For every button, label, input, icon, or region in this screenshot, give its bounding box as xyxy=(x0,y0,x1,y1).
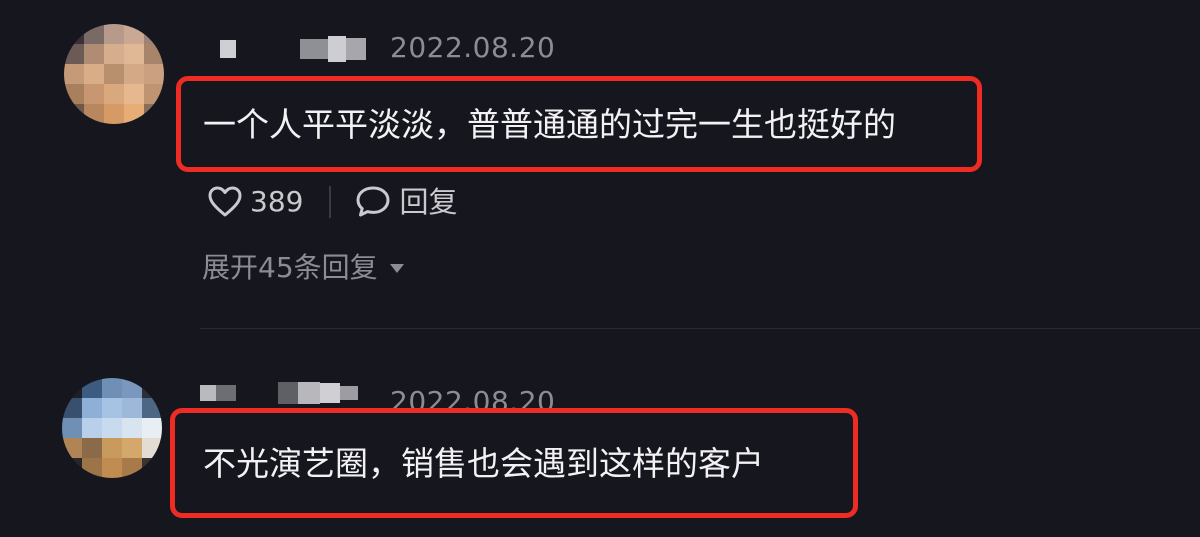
username-blurred[interactable] xyxy=(220,36,366,62)
speech-bubble-icon xyxy=(356,186,390,217)
mosaic-cell xyxy=(102,398,122,418)
mosaic-cell xyxy=(122,458,142,478)
mosaic-cell xyxy=(62,438,82,458)
reply-label: 回复 xyxy=(399,184,458,219)
blur-block xyxy=(300,39,328,59)
mosaic-cell xyxy=(144,64,164,84)
mosaic-cell xyxy=(64,44,84,64)
mosaic-cell xyxy=(104,24,124,44)
mosaic-cell xyxy=(62,398,82,418)
mosaic-cell xyxy=(84,64,104,84)
expand-replies-label: 展开45条回复 xyxy=(202,251,378,284)
mosaic-cell xyxy=(62,378,82,398)
expand-replies-button[interactable]: 展开45条回复 xyxy=(202,254,404,282)
blur-block xyxy=(328,36,346,62)
heart-icon xyxy=(208,186,242,217)
mosaic-cell xyxy=(142,438,162,458)
avatar-mosaic xyxy=(64,24,164,124)
mosaic-cell xyxy=(102,378,122,398)
mosaic-cell xyxy=(142,398,162,418)
like-count: 389 xyxy=(250,185,304,218)
mosaic-cell xyxy=(142,418,162,438)
comment-text: 不光演艺圈，销售也会遇到这样的客户 xyxy=(203,443,764,483)
mosaic-cell xyxy=(64,64,84,84)
mosaic-cell xyxy=(104,84,124,104)
mosaic-cell xyxy=(122,438,142,458)
mosaic-cell xyxy=(62,458,82,478)
avatar[interactable] xyxy=(64,24,164,124)
mosaic-cell xyxy=(82,398,102,418)
mosaic-cell xyxy=(64,24,84,44)
mosaic-cell xyxy=(124,64,144,84)
comment-actions: 389 回复 xyxy=(208,180,457,224)
blur-block xyxy=(220,40,236,58)
avatar-mosaic xyxy=(62,378,162,478)
mosaic-cell xyxy=(122,418,142,438)
mosaic-cell xyxy=(142,378,162,398)
mosaic-cell xyxy=(82,378,102,398)
mosaic-cell xyxy=(144,84,164,104)
mosaic-cell xyxy=(62,418,82,438)
mosaic-cell xyxy=(124,84,144,104)
mosaic-cell xyxy=(144,104,164,124)
mosaic-cell xyxy=(82,458,102,478)
mosaic-cell xyxy=(122,378,142,398)
username-blurred[interactable] xyxy=(200,380,358,406)
mosaic-cell xyxy=(104,64,124,84)
blur-block xyxy=(298,382,320,404)
mosaic-cell xyxy=(104,44,124,64)
mosaic-cell xyxy=(84,104,104,124)
blur-block xyxy=(346,38,366,60)
mosaic-cell xyxy=(82,418,102,438)
comment-timestamp: 2022.08.20 xyxy=(390,31,556,64)
highlighted-comment: 不光演艺圈，销售也会遇到这样的客户 xyxy=(170,408,858,518)
mosaic-cell xyxy=(104,104,124,124)
mosaic-cell xyxy=(124,104,144,124)
mosaic-cell xyxy=(84,24,104,44)
mosaic-cell xyxy=(124,44,144,64)
mosaic-cell xyxy=(102,458,122,478)
action-divider xyxy=(329,186,332,218)
mosaic-cell xyxy=(84,44,104,64)
mosaic-cell xyxy=(102,438,122,458)
mosaic-cell xyxy=(124,24,144,44)
reply-button[interactable]: 回复 xyxy=(355,185,457,219)
highlighted-comment: 一个人平平淡淡，普普通通的过完一生也挺好的 xyxy=(176,76,982,172)
avatar[interactable] xyxy=(62,378,162,478)
blur-block xyxy=(320,383,340,403)
comment-list: 2022.08.20 一个人平平淡淡，普普通通的过完一生也挺好的 389 回复 … xyxy=(0,0,1200,537)
mosaic-cell xyxy=(64,104,84,124)
mosaic-cell xyxy=(84,84,104,104)
mosaic-cell xyxy=(142,458,162,478)
blur-block xyxy=(278,382,298,404)
blur-block xyxy=(216,385,236,401)
mosaic-cell xyxy=(82,438,102,458)
mosaic-cell xyxy=(122,398,142,418)
blur-block xyxy=(340,386,358,400)
caret-down-icon xyxy=(389,263,404,273)
blur-block xyxy=(200,385,216,401)
mosaic-cell xyxy=(144,44,164,64)
mosaic-cell xyxy=(64,84,84,104)
comment-text: 一个人平平淡淡，普普通通的过完一生也挺好的 xyxy=(203,104,896,144)
like-button[interactable]: 389 xyxy=(208,186,303,218)
comment-separator xyxy=(200,328,1200,329)
mosaic-cell xyxy=(144,24,164,44)
mosaic-cell xyxy=(102,418,122,438)
